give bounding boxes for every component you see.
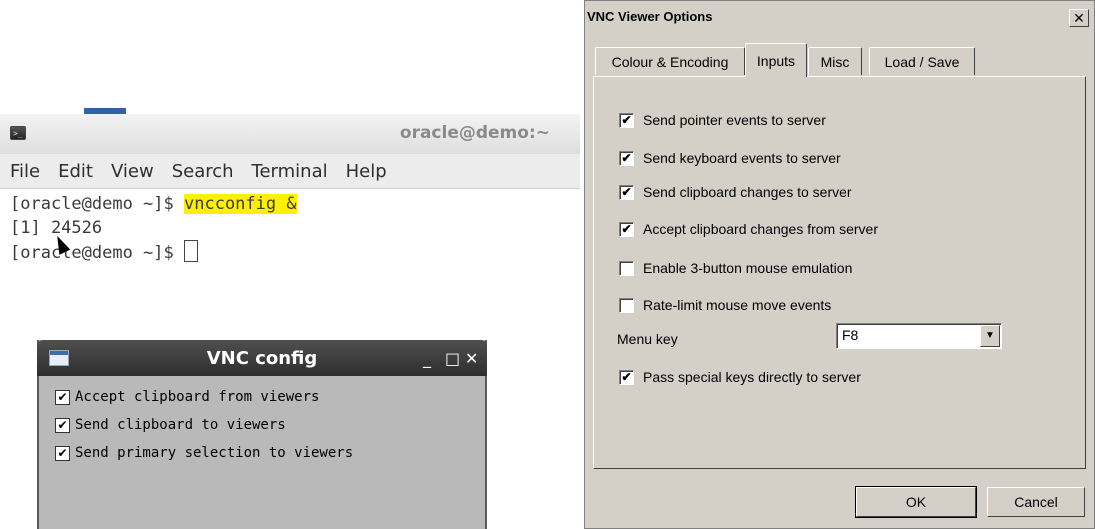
- check-rate-limit[interactable]: Rate-limit mouse move events: [619, 297, 831, 313]
- dialog-title: VNC Viewer Options: [587, 9, 713, 24]
- minimize-icon[interactable]: _: [423, 349, 431, 368]
- text-cursor: [184, 240, 198, 262]
- checkbox[interactable]: ✔: [619, 184, 634, 200]
- menu-file[interactable]: File: [8, 161, 42, 182]
- check-send-pointer[interactable]: ✔ Send pointer events to server: [619, 112, 826, 128]
- menu-edit[interactable]: Edit: [56, 161, 95, 182]
- check-label: Accept clipboard changes from server: [643, 221, 878, 237]
- check-send-clipboard[interactable]: ✔ Send clipboard changes to server: [619, 184, 852, 200]
- check-label: Pass special keys directly to server: [643, 369, 861, 385]
- menu-key-select[interactable]: F8 ▼: [836, 323, 1002, 349]
- checkbox[interactable]: ✔: [55, 417, 70, 433]
- check-label: Send keyboard events to server: [643, 150, 841, 166]
- option-label: Accept clipboard from viewers: [75, 389, 320, 405]
- tab-misc[interactable]: Misc: [808, 47, 862, 75]
- terminal-menubar: File Edit View Search Terminal Help: [0, 154, 580, 189]
- option-accept-clipboard[interactable]: ✔ Accept clipboard from viewers: [55, 389, 319, 405]
- checkbox[interactable]: ✔: [619, 112, 634, 128]
- prompt: [oracle@demo ~]$: [10, 243, 184, 263]
- option-send-clipboard[interactable]: ✔ Send clipboard to viewers: [55, 417, 286, 433]
- tab-load-save[interactable]: Load / Save: [869, 47, 975, 75]
- menu-terminal[interactable]: Terminal: [250, 161, 330, 182]
- terminal-titlebar: >_ oracle@demo:~: [0, 114, 580, 155]
- checkbox[interactable]: [619, 297, 634, 313]
- checkbox[interactable]: ✔: [619, 150, 634, 166]
- prompt: [oracle@demo ~]$: [10, 194, 184, 214]
- vnc-viewer-options-dialog: VNC Viewer Options ✕ Colour & Encoding I…: [584, 0, 1095, 529]
- chevron-down-icon[interactable]: ▼: [980, 325, 1000, 347]
- option-label: Send clipboard to viewers: [75, 417, 286, 433]
- check-3button-emulation[interactable]: Enable 3-button mouse emulation: [619, 260, 852, 276]
- check-label: Enable 3-button mouse emulation: [643, 260, 853, 276]
- checkbox[interactable]: [619, 260, 634, 276]
- close-icon[interactable]: ✕: [1069, 9, 1089, 27]
- maximize-icon[interactable]: □: [445, 349, 460, 368]
- check-send-keyboard[interactable]: ✔ Send keyboard events to server: [619, 150, 841, 166]
- cancel-button[interactable]: Cancel: [987, 487, 1085, 517]
- check-accept-clipboard[interactable]: ✔ Accept clipboard changes from server: [619, 221, 878, 237]
- tab-colour-encoding[interactable]: Colour & Encoding: [595, 47, 745, 75]
- checkbox[interactable]: ✔: [55, 389, 70, 405]
- terminal-line: [oracle@demo ~]$ vncconfig &: [10, 192, 297, 216]
- vnc-config-titlebar: VNC config _ □ ✕: [37, 340, 487, 376]
- menu-key-label: Menu key: [617, 331, 678, 347]
- option-send-primary[interactable]: ✔ Send primary selection to viewers: [55, 445, 353, 461]
- check-label: Send pointer events to server: [643, 112, 826, 128]
- close-icon[interactable]: ✕: [465, 349, 478, 368]
- menu-help[interactable]: Help: [344, 161, 389, 182]
- terminal-output[interactable]: [oracle@demo ~]$ vncconfig & [1] 24526 […: [10, 192, 297, 265]
- checkbox[interactable]: ✔: [619, 369, 634, 385]
- terminal-line: [oracle@demo ~]$: [10, 240, 297, 265]
- tab-inputs[interactable]: Inputs: [745, 43, 807, 77]
- checkbox[interactable]: ✔: [619, 221, 634, 237]
- check-label: Rate-limit mouse move events: [643, 297, 832, 313]
- vnc-config-window: VNC config _ □ ✕ ✔ Accept clipboard from…: [37, 340, 487, 529]
- dialog-titlebar: VNC Viewer Options ✕: [585, 1, 1094, 31]
- check-pass-special-keys[interactable]: ✔ Pass special keys directly to server: [619, 369, 861, 385]
- vnc-config-title: VNC config: [206, 348, 318, 369]
- option-label: Send primary selection to viewers: [75, 445, 354, 461]
- menu-key-value: F8: [842, 327, 859, 343]
- terminal-icon: >_: [10, 126, 26, 140]
- menu-view[interactable]: View: [109, 161, 156, 182]
- terminal-title: oracle@demo:~: [399, 123, 550, 143]
- checkbox[interactable]: ✔: [55, 445, 70, 461]
- menu-search[interactable]: Search: [170, 161, 236, 182]
- command-text: vncconfig &: [184, 194, 297, 214]
- ok-button[interactable]: OK: [855, 486, 977, 518]
- check-label: Send clipboard changes to server: [643, 184, 852, 200]
